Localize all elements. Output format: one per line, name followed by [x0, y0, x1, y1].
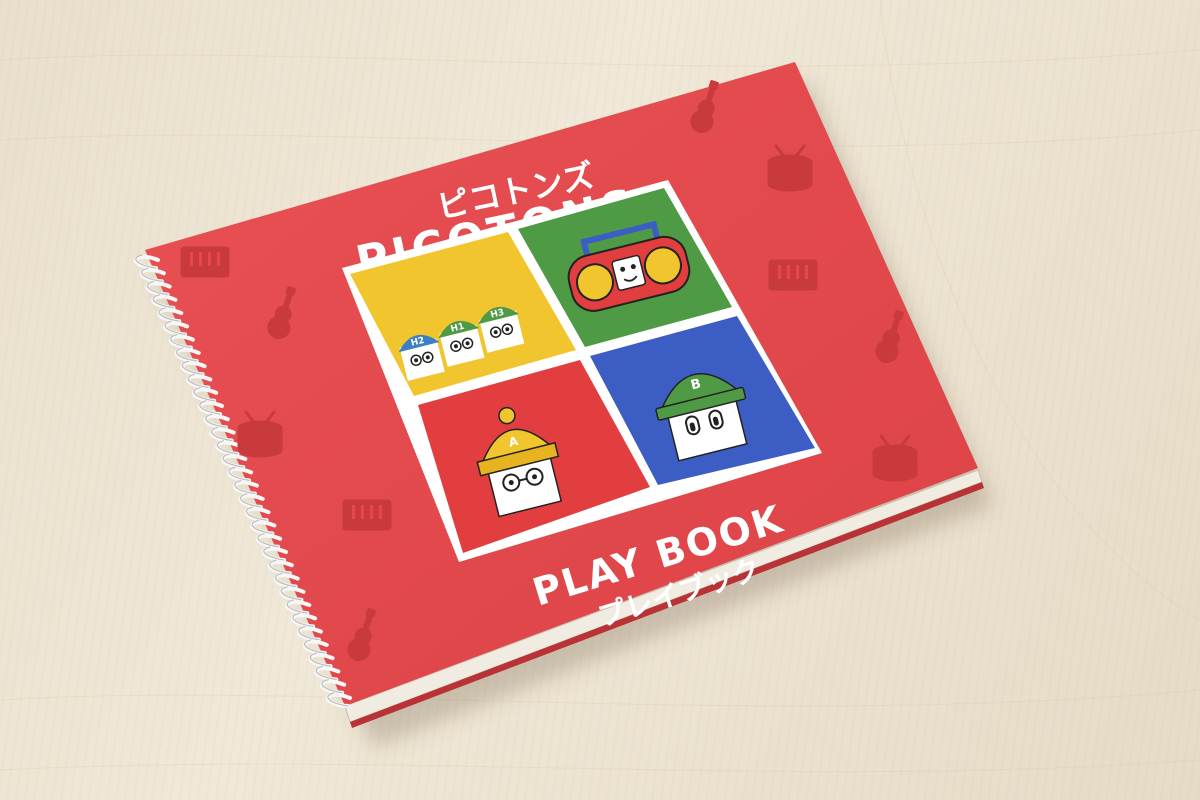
piano-keys-icon — [342, 499, 392, 531]
piano-keys-icon — [768, 259, 818, 291]
boombox-face — [611, 254, 647, 291]
piano-keys-icon — [180, 246, 230, 278]
photo-scene: ピコトンズ PICOTONS H2 H1 H3 — [0, 0, 1200, 773]
